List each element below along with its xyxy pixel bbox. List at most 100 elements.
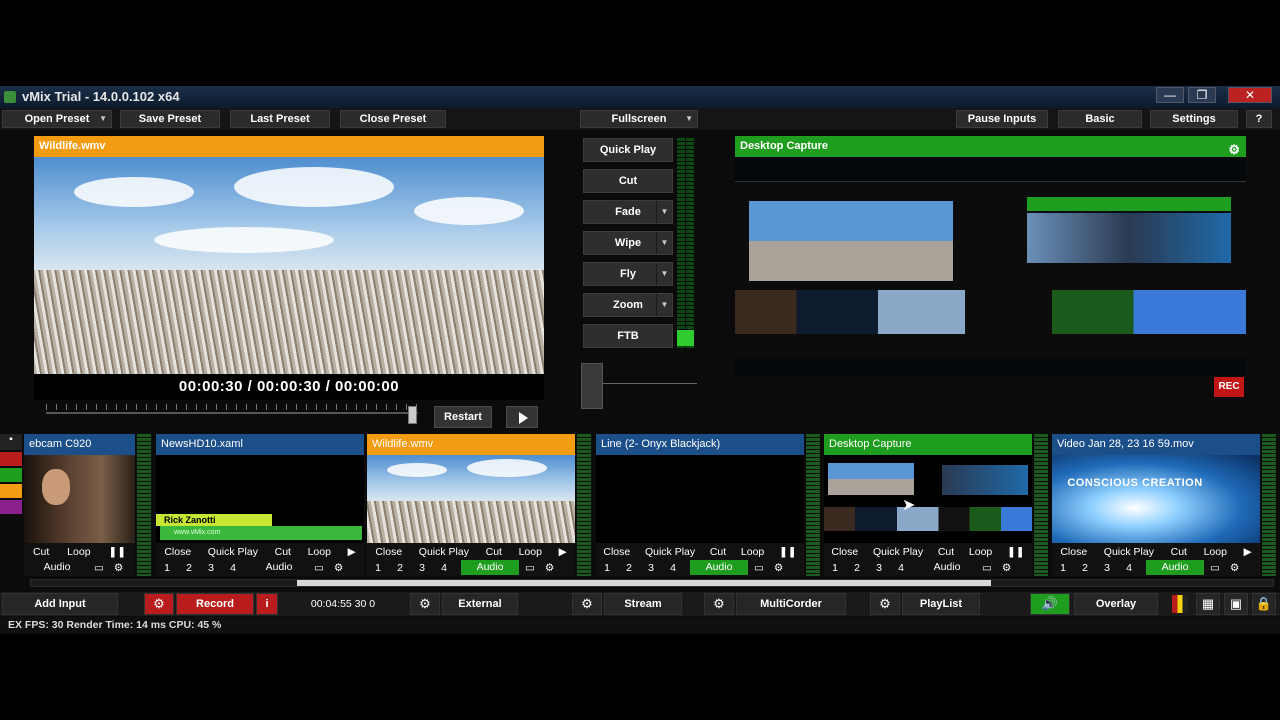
- t-bar-slider[interactable]: [581, 363, 603, 409]
- settings-button[interactable]: Settings: [1150, 110, 1238, 128]
- zoom-button[interactable]: Zoom ▼: [583, 293, 673, 317]
- pause-icon[interactable]: ❚❚: [779, 546, 797, 558]
- stream-settings-gear-icon[interactable]: ⚙: [572, 593, 602, 615]
- last-preset-button[interactable]: Last Preset: [230, 110, 330, 128]
- input-tile-line[interactable]: Line (2- Onyx Blackjack) Close Quick Pla…: [596, 434, 804, 576]
- cut-button[interactable]: Cut: [938, 546, 954, 558]
- gear-icon[interactable]: ⚙: [1002, 562, 1011, 574]
- chevron-down-icon[interactable]: ▼: [656, 201, 672, 223]
- audio-button[interactable]: Audio: [690, 560, 748, 575]
- close-button[interactable]: Close: [375, 546, 402, 558]
- snapshot-icon[interactable]: ▣: [1224, 593, 1248, 615]
- input-tile-video-jan28[interactable]: Video Jan 28, 23 16 59.mov CONSCIOUS CRE…: [1052, 434, 1260, 576]
- play-icon[interactable]: ▶: [559, 546, 567, 558]
- help-button[interactable]: ?: [1246, 110, 1272, 128]
- overlay-button[interactable]: Overlay: [1074, 593, 1158, 615]
- tile-menu-button[interactable]: ▪: [0, 434, 22, 450]
- loop-button[interactable]: Loop: [969, 546, 992, 558]
- scrub-handle[interactable]: [408, 406, 417, 424]
- color-tag-orange[interactable]: [0, 484, 22, 498]
- input-tile-webcam[interactable]: ebcam C920 Cut Loop ❚❚ Audio ▭ ⚙: [24, 434, 135, 576]
- chevron-down-icon[interactable]: ▼: [685, 111, 693, 127]
- monitor-icon[interactable]: ▭: [525, 562, 535, 574]
- playlist-settings-gear-icon[interactable]: ⚙: [870, 593, 900, 615]
- input-thumbnail[interactable]: ➤: [824, 455, 1032, 543]
- loop-button[interactable]: Loop: [1204, 546, 1227, 558]
- play-button[interactable]: [506, 406, 538, 428]
- preview-video[interactable]: [34, 157, 544, 374]
- input-thumbnail[interactable]: CONSCIOUS CREATION: [1052, 455, 1260, 543]
- input-tile-wildlife[interactable]: Wildlife.wmv Close Quick Play Cut Loop ▶…: [367, 434, 575, 576]
- overlay-4-button[interactable]: 4: [890, 562, 912, 574]
- overlay-2-button[interactable]: 2: [846, 562, 868, 574]
- quick-play-button[interactable]: Quick Play: [1104, 546, 1154, 558]
- fade-button[interactable]: Fade ▼: [583, 200, 673, 224]
- gear-icon[interactable]: ⚙: [334, 562, 343, 574]
- overlay-1-button[interactable]: 1: [824, 562, 846, 574]
- record-settings-gear-icon[interactable]: ⚙: [144, 593, 174, 615]
- close-button[interactable]: Close: [1060, 546, 1087, 558]
- scrollbar-thumb[interactable]: [297, 580, 991, 586]
- monitor-icon[interactable]: ▭: [314, 562, 324, 574]
- fullscreen-button[interactable]: Fullscreen ▼: [580, 110, 698, 128]
- playlist-button[interactable]: PlayList: [902, 593, 980, 615]
- quick-play-button[interactable]: Quick Play: [583, 138, 673, 162]
- wipe-button[interactable]: Wipe ▼: [583, 231, 673, 255]
- multicorder-settings-gear-icon[interactable]: ⚙: [704, 593, 734, 615]
- input-tile-newshd10[interactable]: NewsHD10.xaml Rick Zanotti www.vMix.com …: [156, 434, 364, 576]
- overlay-2-button[interactable]: 2: [1074, 562, 1096, 574]
- overlay-3-button[interactable]: 3: [411, 562, 433, 574]
- minimize-button[interactable]: —: [1156, 87, 1184, 103]
- play-icon[interactable]: ▶: [1244, 546, 1252, 558]
- cut-button[interactable]: Cut: [710, 546, 726, 558]
- quick-play-button[interactable]: Quick Play: [645, 546, 695, 558]
- inputs-scrollbar[interactable]: [30, 579, 1274, 587]
- gear-icon[interactable]: ⚙: [545, 562, 554, 574]
- input-thumbnail[interactable]: [596, 455, 804, 543]
- play-icon[interactable]: ▶: [348, 546, 356, 558]
- overlay-2-button[interactable]: 2: [178, 562, 200, 574]
- record-button[interactable]: Record: [176, 593, 254, 615]
- overlay-1-button[interactable]: 1: [156, 562, 178, 574]
- color-palette-icon[interactable]: [1172, 595, 1188, 613]
- monitor-icon[interactable]: ▭: [94, 562, 104, 574]
- pause-inputs-button[interactable]: Pause Inputs: [956, 110, 1048, 128]
- chevron-down-icon[interactable]: ▼: [99, 111, 107, 127]
- chevron-down-icon[interactable]: ▼: [656, 263, 672, 285]
- input-thumbnail[interactable]: [24, 455, 135, 543]
- external-button[interactable]: External: [442, 593, 518, 615]
- input-thumbnail[interactable]: Rick Zanotti www.vMix.com: [156, 455, 364, 543]
- record-info-button[interactable]: i: [256, 593, 278, 615]
- color-tag-red[interactable]: [0, 452, 22, 466]
- quick-play-button[interactable]: Quick Play: [419, 546, 469, 558]
- monitor-icon[interactable]: ▭: [754, 562, 764, 574]
- overlay-1-button[interactable]: 1: [1052, 562, 1074, 574]
- external-settings-gear-icon[interactable]: ⚙: [410, 593, 440, 615]
- close-window-button[interactable]: ✕: [1228, 87, 1272, 103]
- overlay-3-button[interactable]: 3: [868, 562, 890, 574]
- overlay-3-button[interactable]: 3: [640, 562, 662, 574]
- cut-button[interactable]: Cut: [33, 546, 49, 558]
- overlay-4-button[interactable]: 4: [222, 562, 244, 574]
- quick-play-button[interactable]: Quick Play: [208, 546, 258, 558]
- overlay-4-button[interactable]: 4: [1118, 562, 1140, 574]
- add-input-button[interactable]: Add Input: [2, 593, 118, 615]
- color-tag-purple[interactable]: [0, 500, 22, 514]
- gear-icon[interactable]: ⚙: [774, 562, 783, 574]
- audio-button[interactable]: Audio: [28, 560, 86, 575]
- gear-icon[interactable]: ⚙: [1230, 562, 1239, 574]
- basic-button[interactable]: Basic: [1058, 110, 1142, 128]
- pause-icon[interactable]: ❚❚: [1007, 546, 1025, 558]
- speaker-icon[interactable]: 🔊: [1030, 593, 1070, 615]
- close-button[interactable]: Close: [831, 546, 858, 558]
- close-button[interactable]: Close: [603, 546, 630, 558]
- grid-icon[interactable]: ▦: [1196, 593, 1220, 615]
- overlay-3-button[interactable]: 3: [1096, 562, 1118, 574]
- loop-button[interactable]: Loop: [741, 546, 764, 558]
- input-tile-desktop-capture[interactable]: Desktop Capture ➤ Close Quick Play Cut L…: [824, 434, 1032, 576]
- ftb-button[interactable]: FTB: [583, 324, 673, 348]
- stream-button[interactable]: Stream: [604, 593, 682, 615]
- cut-button[interactable]: Cut: [486, 546, 502, 558]
- overlay-4-button[interactable]: 4: [433, 562, 455, 574]
- loop-button[interactable]: Loop: [308, 546, 331, 558]
